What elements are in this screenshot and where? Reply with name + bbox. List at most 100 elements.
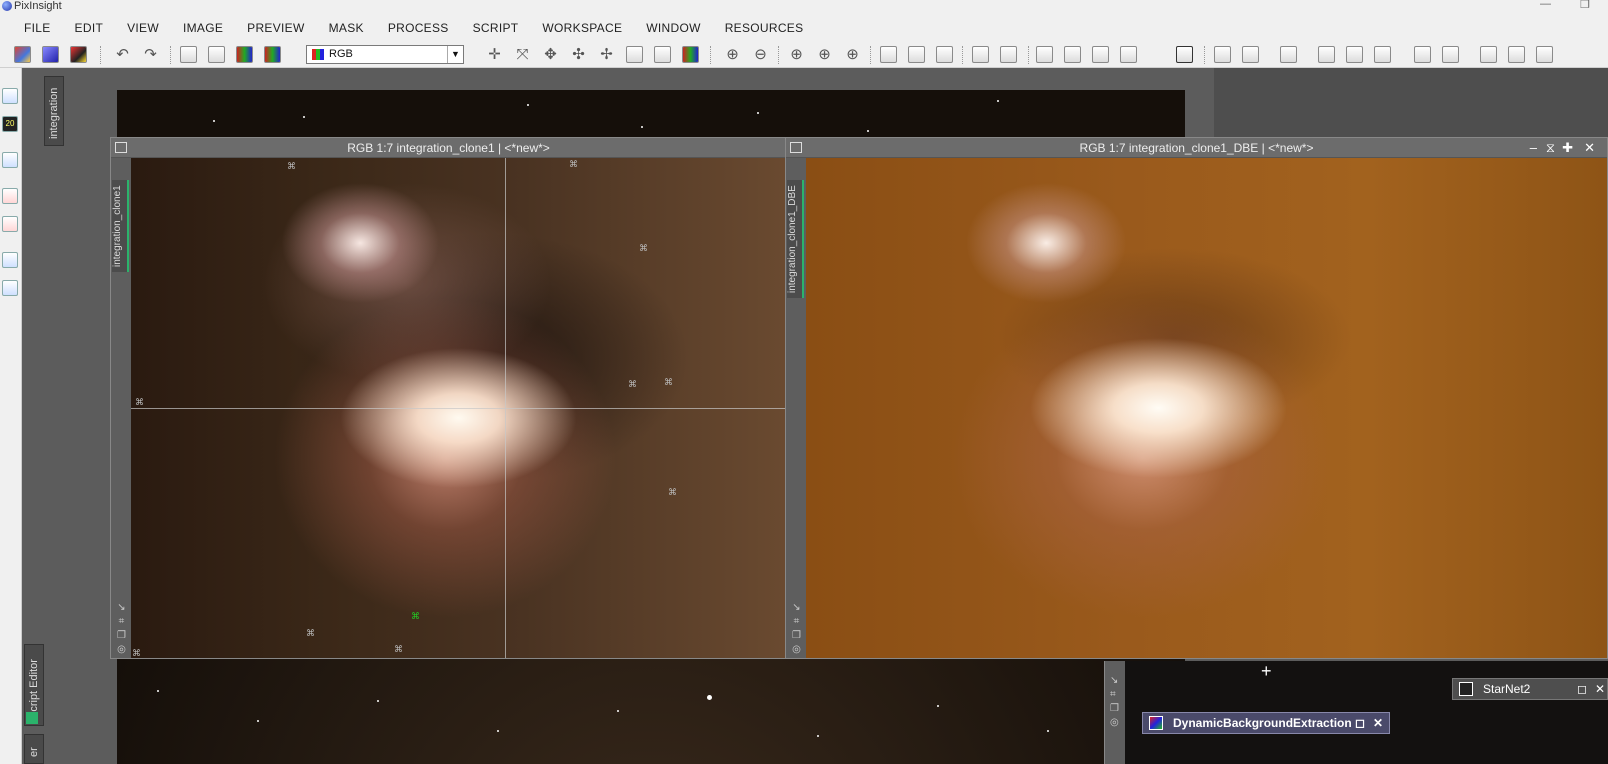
- settings-icon[interactable]: ◎: [1110, 717, 1119, 728]
- process-icon-starnet2[interactable]: StarNet2 ◻ ✕: [1452, 678, 1608, 700]
- move-icon[interactable]: ✢: [598, 46, 615, 63]
- zoom-fit-icon[interactable]: ✥: [542, 46, 559, 63]
- redo-icon[interactable]: ↷: [142, 46, 159, 63]
- display-channels-icon[interactable]: [264, 46, 281, 63]
- save-image-icon[interactable]: [70, 46, 87, 63]
- clone-icon[interactable]: ❐: [1110, 703, 1119, 714]
- fit-icon[interactable]: ⌗: [791, 616, 802, 627]
- restore-window-icon[interactable]: ❐: [1580, 0, 1590, 11]
- selected-tool-icon[interactable]: [1176, 46, 1193, 63]
- pan-icon[interactable]: ✣: [570, 46, 587, 63]
- tool-e-icon[interactable]: [1346, 46, 1363, 63]
- zoom-to-fit-icon[interactable]: ⊕: [844, 46, 861, 63]
- mask-enable-icon[interactable]: [1000, 46, 1017, 63]
- image-canvas-clone1-dbe[interactable]: [806, 158, 1607, 658]
- history-explorer-icon[interactable]: [1092, 46, 1109, 63]
- menu-process[interactable]: PROCESS: [376, 14, 461, 42]
- menu-workspace[interactable]: WORKSPACE: [530, 14, 634, 42]
- tool-j-icon[interactable]: [1508, 46, 1525, 63]
- shade-icon[interactable]: ⧖: [1546, 138, 1555, 158]
- color-mode-icon[interactable]: [682, 46, 699, 63]
- undo-icon[interactable]: ↶: [114, 46, 131, 63]
- view-id-tab-clone1-dbe[interactable]: integration_clone1_DBE: [787, 180, 804, 298]
- tool-a-icon[interactable]: [1214, 46, 1231, 63]
- shrink-icon[interactable]: ↘: [1110, 675, 1118, 686]
- menu-resources[interactable]: RESOURCES: [713, 14, 816, 42]
- tool-c-icon[interactable]: [1280, 46, 1297, 63]
- menu-script[interactable]: SCRIPT: [461, 14, 531, 42]
- clone-icon[interactable]: ❐: [791, 630, 802, 641]
- dbe-sample-marker[interactable]: ⌘: [668, 488, 677, 497]
- menu-preview[interactable]: PREVIEW: [235, 14, 316, 42]
- object-explorer-icon[interactable]: [2, 280, 18, 296]
- dbe-sample-marker[interactable]: ⌘: [287, 162, 296, 171]
- close-icon[interactable]: ✕: [1584, 138, 1595, 158]
- dbe-sample-marker[interactable]: ⌘: [132, 649, 141, 658]
- dbe-sample-marker[interactable]: ⌘: [135, 398, 144, 407]
- image-canvas-clone1[interactable]: ⌘ ⌘ ⌘ ⌘ ⌘ ⌘ ⌘ ⌘ ⌘ ⌘ ⌘: [131, 158, 786, 658]
- menu-view[interactable]: VIEW: [115, 14, 171, 42]
- tool-h-icon[interactable]: [1442, 46, 1459, 63]
- explorer-icon[interactable]: [2, 152, 18, 168]
- image-info-icon[interactable]: [180, 46, 197, 63]
- fit-view-icon[interactable]: ⤧: [514, 46, 531, 63]
- preview-new-icon[interactable]: [880, 46, 897, 63]
- window-menu-icon[interactable]: [790, 142, 802, 153]
- menu-mask[interactable]: MASK: [317, 14, 376, 42]
- shrink-icon[interactable]: ↘: [791, 602, 802, 613]
- close-icon[interactable]: ✕: [1595, 679, 1605, 699]
- chevron-down-icon[interactable]: ▼: [447, 46, 463, 63]
- window-title-bar[interactable]: RGB 1:7 integration_clone1_DBE | <*new*>…: [786, 138, 1607, 158]
- zoom-1-1-icon[interactable]: ⊕: [788, 46, 805, 63]
- format-explorer-icon[interactable]: [2, 252, 18, 268]
- minimize-window-icon[interactable]: —: [1540, 0, 1551, 10]
- dbe-sample-marker[interactable]: ⌘: [569, 160, 578, 169]
- maximize-icon[interactable]: ✚: [1562, 138, 1573, 158]
- close-all-icon[interactable]: [2, 216, 18, 232]
- workspace-monitor-icon[interactable]: [2, 88, 18, 104]
- mask-show-icon[interactable]: [972, 46, 989, 63]
- process-icon-edit-icon[interactable]: ◻: [1577, 679, 1587, 699]
- zoom-out-icon[interactable]: ⊖: [752, 46, 769, 63]
- crosshair-icon[interactable]: ✛: [486, 46, 503, 63]
- readout-icon[interactable]: [654, 46, 671, 63]
- tool-d-icon[interactable]: [1318, 46, 1335, 63]
- dbe-sample-marker[interactable]: ⌘: [664, 378, 673, 387]
- dbe-sample-marker[interactable]: ⌘: [306, 629, 315, 638]
- menu-image[interactable]: IMAGE: [171, 14, 235, 42]
- tab-integration[interactable]: integration: [44, 76, 64, 146]
- zoom-2-1-icon[interactable]: ⊕: [816, 46, 833, 63]
- menu-edit[interactable]: EDIT: [63, 14, 116, 42]
- zoom-in-icon[interactable]: ⊕: [724, 46, 741, 63]
- dbe-sample-marker[interactable]: ⌘: [639, 244, 648, 253]
- open-image-icon[interactable]: [42, 46, 59, 63]
- clone-icon[interactable]: ❐: [116, 630, 127, 641]
- tool-f-icon[interactable]: [1374, 46, 1391, 63]
- fit-icon[interactable]: ⌗: [116, 616, 127, 627]
- view-id-tab-clone1[interactable]: integration_clone1: [112, 180, 129, 272]
- dbe-selected-sample-marker[interactable]: ⌘: [411, 612, 420, 621]
- new-image-icon[interactable]: [14, 46, 31, 63]
- image-window-clone1-dbe[interactable]: RGB 1:7 integration_clone1_DBE | <*new*>…: [785, 137, 1608, 659]
- process-console-icon[interactable]: [1036, 46, 1053, 63]
- settings-icon[interactable]: ◎: [116, 644, 127, 655]
- tool-g-icon[interactable]: [1414, 46, 1431, 63]
- tab-partial-bottom[interactable]: er: [24, 734, 44, 764]
- process-icon-edit-icon[interactable]: ◻: [1355, 713, 1365, 733]
- close-view-icon[interactable]: [2, 188, 18, 204]
- fit-icon[interactable]: ⌗: [1110, 689, 1116, 700]
- channel-icon[interactable]: [236, 46, 253, 63]
- settings-icon[interactable]: ◎: [791, 644, 802, 655]
- dbe-sample-marker[interactable]: ⌘: [628, 380, 637, 389]
- process-explorer-icon[interactable]: [1064, 46, 1081, 63]
- tool-k-icon[interactable]: [1536, 46, 1553, 63]
- dbe-sample-marker[interactable]: ⌘: [394, 645, 403, 654]
- view-channel-select[interactable]: RGB ▼: [306, 45, 464, 64]
- history-icon[interactable]: [208, 46, 225, 63]
- process-icon-dynamic-background-extraction[interactable]: DynamicBackgroundExtraction ◻ ✕: [1142, 712, 1390, 734]
- preview-window-icon[interactable]: [936, 46, 953, 63]
- tool-b-icon[interactable]: [1242, 46, 1259, 63]
- close-icon[interactable]: ✕: [1373, 713, 1383, 733]
- window-title-bar[interactable]: RGB 1:7 integration_clone1 | <*new*>: [111, 138, 786, 158]
- page-icon[interactable]: [626, 46, 643, 63]
